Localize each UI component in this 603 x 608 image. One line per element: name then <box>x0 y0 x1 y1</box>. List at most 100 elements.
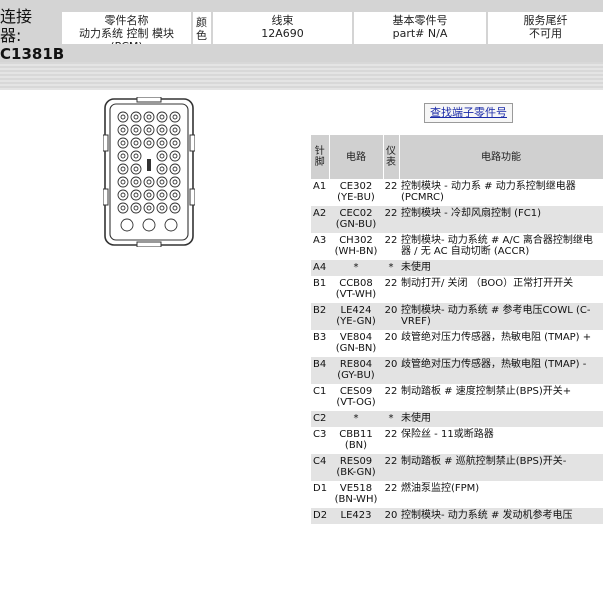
base-part-value: part# N/A <box>392 27 448 40</box>
pin-cell: A1 <box>313 181 327 192</box>
function-cell: 控制模块- 动力系统 # A/C 离合器控制继电器 / 无 AC 自动切断 (A… <box>401 235 593 257</box>
connector-cavity-pin <box>146 205 152 211</box>
pin-row: D2 LE423 20 控制模块- 动力系统 # 发动机参考电压 <box>311 508 603 524</box>
connector-cavity-pin <box>172 127 178 133</box>
function-cell: 未使用 <box>399 260 603 276</box>
circuit-cell: CH302 (WH-BN) <box>334 235 378 257</box>
connector-cavity-pin <box>120 140 126 146</box>
gauge-cell: 22 <box>383 454 399 481</box>
pin-cell: A2 <box>311 206 329 233</box>
connector-large-cavity <box>164 218 178 232</box>
pin-cell: D1 <box>313 483 328 494</box>
gauge-cell: 22 <box>384 235 398 246</box>
color-caption: 颜色 <box>196 16 207 42</box>
connector-large-cavity <box>142 218 156 232</box>
function-cell: 制动踏板 # 巡航控制禁止(BPS)开关- <box>399 454 603 481</box>
circuit-cell: VE518 (BN-WH) <box>334 483 378 505</box>
pin-row: B3 VE804 (GN-BN) 20 歧管绝对压力传感器，热敏电阻 (TMAP) + <box>311 330 603 357</box>
pin-table: 针脚 电路 仪表 电路功能 A1 CE302 (YE-BU) 22 控制模块 - 动力… <box>311 135 603 524</box>
pin-row: C3 CBB11 (BN) 22 保险丝 - 11或断路器 <box>311 427 603 454</box>
function-cell: 歧管绝对压力传感器，热敏电阻 (TMAP) - <box>399 357 603 384</box>
circuit-cell: CES09 (VT-OG) <box>336 386 376 408</box>
gauge-cell: 20 <box>383 508 399 524</box>
gauge-cell: 20 <box>383 303 399 330</box>
pin-cell: C4 <box>311 454 329 481</box>
circuit-cell: RE804 (GY-BU) <box>329 357 383 384</box>
pin-cell: B4 <box>311 357 329 384</box>
gauge-cell: 22 <box>384 278 398 289</box>
gauge-cell: * <box>383 411 399 427</box>
connector-cavity-pin <box>146 192 152 198</box>
harness-box: 线束 12A690 <box>213 12 352 44</box>
connector-cavity-pin <box>172 166 178 172</box>
circuit-cell: CE302 (YE-BU) <box>337 181 375 203</box>
gauge-cell: 20 <box>384 332 398 343</box>
connector-cavity-pin <box>159 153 165 159</box>
connector-cavity-pin <box>172 192 178 198</box>
circuit-cell: LE424 (YE-GN) <box>329 303 383 330</box>
connector-cavity-pin <box>159 140 165 146</box>
circuit-cell: * <box>329 411 383 427</box>
find-terminal-part-number-link[interactable]: 查找端子零件号 <box>424 103 513 123</box>
harness-caption: 线束 <box>271 14 294 27</box>
pin-row: A4 * * 未使用 <box>311 260 603 276</box>
connector-cavity-pin <box>146 127 152 133</box>
part-name-value: 动力系统 控制 模块 (PCM) <box>79 27 174 44</box>
part-name-box: 零件名称 动力系统 控制 模块 (PCM) <box>62 12 191 44</box>
pin-cell: C2 <box>311 411 329 427</box>
pin-row: B4 RE804 (GY-BU) 20 歧管绝对压力传感器，热敏电阻 (TMAP) - <box>311 357 603 384</box>
connector-cavity-pin <box>133 192 139 198</box>
gauge-cell: * <box>383 260 399 276</box>
gauge-cell: 22 <box>383 206 399 233</box>
pin-row: C2 * * 未使用 <box>311 411 603 427</box>
connector-label: 连接 器: C1381B <box>0 7 64 64</box>
circuit-cell: CBB11 (BN) <box>339 429 373 451</box>
service-pigtail-caption: 服务尾纤 <box>523 14 568 27</box>
connector-cavity-pin <box>120 179 126 185</box>
connector-label-line2: 器: <box>0 26 22 45</box>
pin-row: C4 RES09 (BK-GN) 22 制动踏板 # 巡航控制禁止(BPS)开关- <box>311 454 603 481</box>
connector-face-icon <box>102 96 196 251</box>
connector-cavity-pin <box>120 166 126 172</box>
connector-cavity-pin <box>133 179 139 185</box>
pin-row: A2 CEC02 (GN-BU) 22 控制模块 - 冷却风扇控制 (FC1) <box>311 206 603 233</box>
gauge-cell: 22 <box>384 181 398 192</box>
connector-cavity-pin <box>172 153 178 159</box>
connector-cavity-pin <box>133 166 139 172</box>
circuit-cell: * <box>329 260 383 276</box>
gauge-cell: 22 <box>384 386 398 397</box>
connector-cavity-pin <box>146 179 152 185</box>
connector-cavity-pin <box>172 140 178 146</box>
connector-cavity-pin <box>159 192 165 198</box>
connector-cavity-pin <box>172 114 178 120</box>
function-cell: 燃油泵监控(FPM) <box>401 483 480 494</box>
base-part-caption: 基本零件号 <box>392 14 448 27</box>
connector-large-cavity <box>120 218 134 232</box>
pin-row: C1 CES09 (VT-OG) 22 制动踏板 # 速度控制禁止(BPS)开关+ <box>311 384 603 411</box>
connector-cavity-pin <box>133 127 139 133</box>
connector-cavity-pin <box>133 114 139 120</box>
part-name-caption: 零件名称 <box>104 14 149 27</box>
connector-cavity-pin <box>159 166 165 172</box>
function-cell: 制动打开/ 关闭 （BOO）正常打开开关 <box>401 278 574 289</box>
gauge-cell: 22 <box>384 429 398 440</box>
connector-cavity-pin <box>159 205 165 211</box>
pin-cell: A4 <box>311 260 329 276</box>
function-cell: 控制模块 - 冷却风扇控制 (FC1) <box>399 206 603 233</box>
pin-cell: A3 <box>313 235 327 246</box>
connector-cavity-pin <box>146 114 152 120</box>
circuit-cell: VE804 (GN-BN) <box>335 332 377 354</box>
pin-row: B1 CCB08 (VT-WH) 22 制动打开/ 关闭 （BOO）正常打开开关 <box>311 276 603 303</box>
connector-header: 连接 器: C1381B 零件名称 动力系统 控制 模块 (PCM) 颜色 线束… <box>0 0 603 64</box>
gauge-cell: 20 <box>383 357 399 384</box>
service-pigtail-value: 不可用 <box>529 27 562 40</box>
connector-cavity-pin <box>146 140 152 146</box>
circuit-cell: LE423 <box>329 508 383 524</box>
pin-row: A3 CH302 (WH-BN) 22 控制模块- 动力系统 # A/C 离合器控制继… <box>311 233 603 260</box>
function-cell: 控制模块 - 动力系 # 动力系控制继电器 (PCMRC) <box>401 181 576 203</box>
base-part-box: 基本零件号 part# N/A <box>354 12 486 44</box>
connector-cavity-pin <box>133 205 139 211</box>
pin-row: D1 VE518 (BN-WH) 22 燃油泵监控(FPM) <box>311 481 603 508</box>
pin-table-header: 针脚 电路 仪表 电路功能 <box>311 135 603 179</box>
function-cell: 歧管绝对压力传感器，热敏电阻 (TMAP) + <box>401 332 592 343</box>
